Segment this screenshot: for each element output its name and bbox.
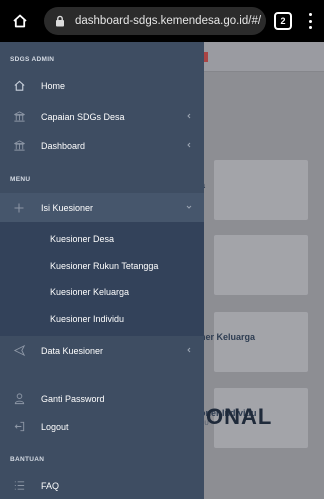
section-header-menu: MENU: [10, 176, 31, 183]
sidebar-item-logout[interactable]: Logout: [0, 412, 204, 441]
chevron-left-icon: [185, 112, 193, 120]
submenu-item-kuesioner-desa[interactable]: Kuesioner Desa: [0, 226, 204, 252]
submenu-item-label: Kuesioner Desa: [50, 234, 115, 244]
sidebar-item-label: Home: [41, 80, 66, 91]
dot-icon: [308, 19, 312, 23]
page-accent: [204, 52, 208, 62]
chevron-left-icon: [185, 346, 193, 354]
browser-home-button[interactable]: [0, 0, 40, 42]
submenu-item-label: Kuesioner Keluarga: [50, 287, 130, 297]
sidebar-item-label: Logout: [41, 421, 69, 432]
sidebar-item-faq[interactable]: FAQ: [0, 471, 204, 499]
sidebar-item-capaian[interactable]: Capaian SDGs Desa: [0, 102, 204, 131]
sidebar-item-label: Dashboard: [41, 140, 86, 151]
list-icon: [12, 479, 26, 493]
sidebar-item-dashboard[interactable]: Dashboard: [0, 131, 204, 160]
home-icon: [13, 14, 27, 28]
chevron-down-icon: [185, 203, 193, 211]
page-card[interactable]: a: [200, 160, 308, 220]
sidebar-item-ganti-password[interactable]: Ganti Password: [0, 384, 204, 413]
page-heading: ONAL: [206, 404, 273, 429]
chevron-left-icon: [185, 141, 193, 149]
sidebar-item-home[interactable]: Home: [0, 71, 204, 100]
sidebar-item-label: Isi Kuesioner: [41, 202, 94, 213]
plus-icon: [12, 201, 26, 215]
send-icon: [12, 344, 26, 358]
url-text: dashboard-sdgs.kemendesa.go.id/#/: [75, 15, 262, 27]
lock-icon: [54, 13, 70, 29]
sidebar-item-data-kuesioner[interactable]: Data Kuesioner: [0, 336, 204, 365]
browser-toolbar: dashboard-sdgs.kemendesa.go.id/#/ 2: [0, 0, 324, 42]
sidebar-item-label: FAQ: [41, 480, 60, 491]
submenu-item-label: Kuesioner Individu: [50, 314, 125, 324]
section-header-admin: SDGS ADMIN: [10, 56, 55, 63]
tab-switcher-button[interactable]: 2: [274, 12, 292, 30]
submenu-item-label: Kuesioner Rukun Tetangga: [50, 261, 159, 271]
dot-icon: [308, 13, 312, 16]
page-topbar: [204, 42, 324, 72]
browser-menu-button[interactable]: [304, 11, 316, 31]
address-bar[interactable]: dashboard-sdgs.kemendesa.go.id/#/: [44, 7, 266, 35]
section-header-bantuan: BANTUAN: [10, 456, 45, 463]
submenu-item-kuesioner-individu[interactable]: Kuesioner Individu: [0, 306, 204, 332]
page-card[interactable]: ner Keluarga A: [200, 312, 308, 372]
sidebar-item-label: Capaian SDGs Desa: [41, 111, 125, 122]
submenu-item-kuesioner-keluarga[interactable]: Kuesioner Keluarga: [0, 279, 204, 305]
home-icon: [12, 79, 26, 93]
sidebar: SDGS ADMIN Home Capaian SDGs Desa Dashbo…: [0, 42, 204, 499]
bank-icon: [12, 110, 26, 124]
sidebar-item-label: Data Kuesioner: [41, 345, 104, 356]
sidebar-item-label: Ganti Password: [41, 393, 105, 404]
sidebar-item-isi-kuesioner[interactable]: Isi Kuesioner: [0, 193, 204, 222]
submenu-item-kuesioner-rt[interactable]: Kuesioner Rukun Tetangga: [0, 253, 204, 279]
user-icon: [12, 392, 26, 406]
bank-icon: [12, 139, 26, 153]
dot-icon: [308, 26, 312, 29]
card-title: ner Keluarga: [200, 332, 256, 342]
logout-icon: [12, 420, 26, 434]
submenu-kuesioner: Kuesioner Desa Kuesioner Rukun Tetangga …: [0, 222, 204, 336]
page-card[interactable]: r: [200, 235, 308, 295]
